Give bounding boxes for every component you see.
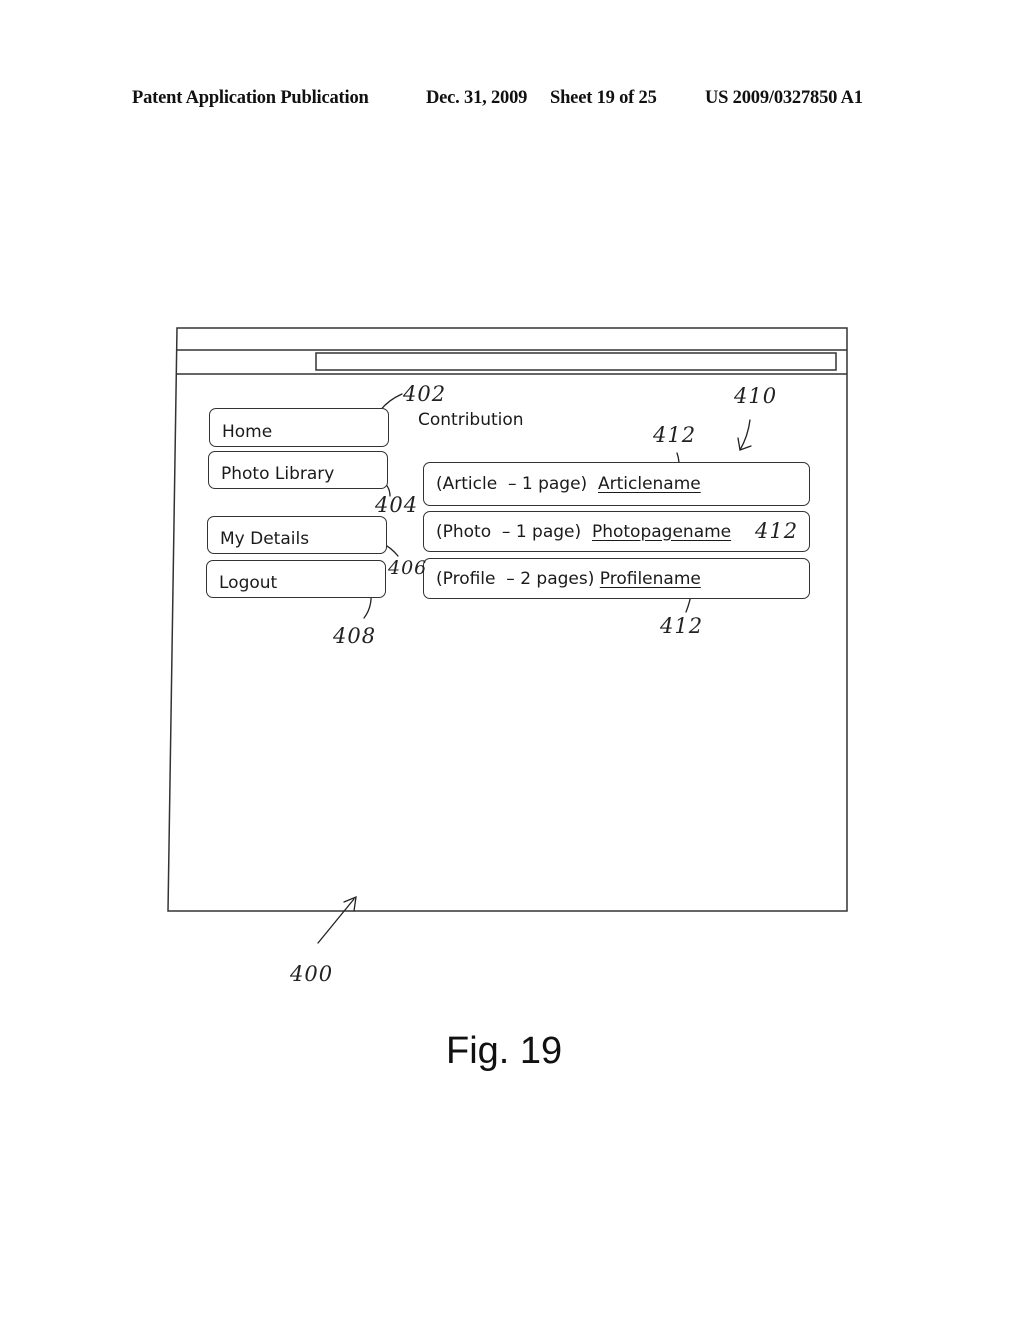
ref-numeral-402: 402 — [403, 382, 447, 406]
nav-photo-library-button[interactable]: Photo Library — [208, 451, 388, 489]
contribution-type: (Photo – 1 page) — [436, 521, 592, 542]
contribution-link[interactable]: Articlename — [598, 474, 701, 494]
nav-photo-library-label: Photo Library — [221, 464, 335, 484]
nav-logout-button[interactable]: Logout — [206, 560, 386, 598]
ref-numeral-412-photo: 412 — [755, 519, 799, 543]
contribution-type: (Profile – 2 pages) — [436, 568, 600, 589]
nav-home-label: Home — [222, 422, 273, 442]
contribution-row: (Photo – 1 page) Photopagename — [423, 511, 810, 552]
contribution-type: (Article – 1 page) — [436, 474, 598, 494]
contribution-link[interactable]: Photopagename — [592, 522, 731, 542]
ref-numeral-412-article: 412 — [653, 423, 697, 447]
contribution-link[interactable]: Profilename — [600, 569, 701, 589]
address-bar — [315, 352, 837, 371]
nav-my-details-label: My Details — [220, 529, 310, 549]
contribution-row: (Profile – 2 pages) Profilename — [423, 558, 810, 599]
contribution-heading: Contribution — [418, 410, 524, 430]
nav-logout-label: Logout — [219, 573, 278, 593]
leader-arrow-400 — [317, 898, 355, 944]
ref-numeral-404: 404 — [375, 493, 419, 517]
ref-numeral-410: 410 — [734, 384, 778, 408]
figure-drawing — [167, 327, 848, 944]
ref-numeral-412-profile: 412 — [660, 614, 704, 638]
ref-numeral-406: 406 — [388, 557, 428, 579]
leader-arrow-410 — [739, 419, 751, 451]
nav-home-button[interactable]: Home — [209, 408, 389, 447]
figure-caption: Fig. 19 — [446, 1030, 563, 1072]
ref-numeral-400: 400 — [290, 962, 334, 986]
nav-my-details-button[interactable]: My Details — [207, 516, 387, 554]
contribution-row: (Article – 1 page) Articlename — [423, 462, 810, 506]
ref-numeral-408: 408 — [333, 624, 377, 648]
